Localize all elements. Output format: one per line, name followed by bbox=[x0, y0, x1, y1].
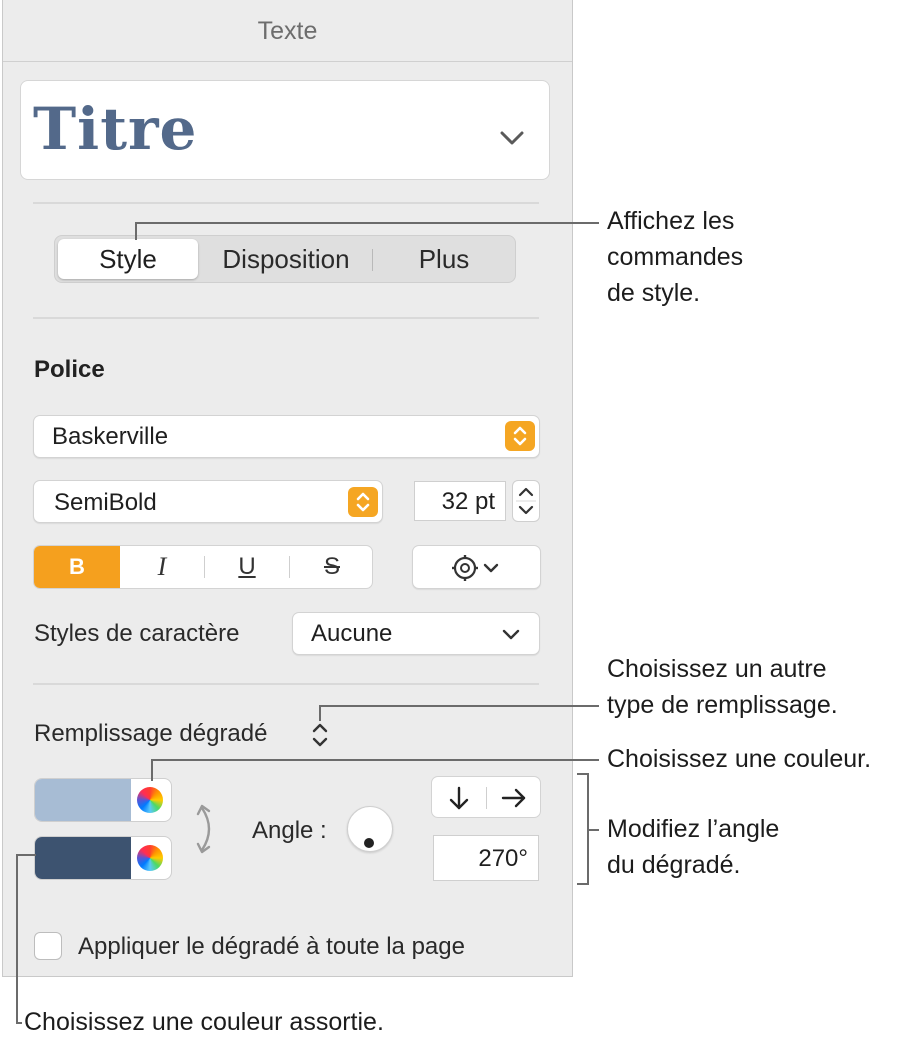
color-1-swatch bbox=[35, 779, 131, 821]
color-wheel-icon[interactable] bbox=[137, 845, 163, 871]
color-wheel-icon[interactable] bbox=[137, 787, 163, 813]
divider bbox=[33, 202, 539, 204]
text-options-button[interactable] bbox=[412, 545, 541, 589]
callout-style-tab: Affichez les commandes de style. bbox=[607, 203, 743, 311]
strikethrough-button[interactable]: S bbox=[290, 546, 372, 588]
bold-button[interactable]: B bbox=[34, 546, 120, 588]
updown-stepper-icon bbox=[505, 421, 535, 451]
fill-type-popup[interactable]: Remplissage dégradé bbox=[34, 720, 267, 752]
tab-disposition[interactable]: Disposition bbox=[201, 236, 371, 282]
apply-to-page-checkbox[interactable] bbox=[34, 932, 62, 960]
character-styles-label: Styles de caractère bbox=[34, 620, 240, 647]
callout-line bbox=[135, 222, 599, 224]
swap-colors-icon[interactable] bbox=[194, 800, 220, 858]
angle-dial-indicator bbox=[364, 838, 374, 848]
callout-line bbox=[135, 222, 137, 240]
direction-separator bbox=[486, 787, 487, 809]
callout-text: Affichez les bbox=[607, 207, 735, 235]
callout-line bbox=[151, 759, 153, 781]
underline-button[interactable]: U bbox=[205, 546, 289, 588]
callout-line bbox=[151, 759, 599, 761]
angle-dial[interactable] bbox=[347, 806, 393, 852]
italic-button[interactable]: I bbox=[120, 546, 204, 588]
font-size-stepper[interactable] bbox=[512, 480, 540, 522]
gear-icon bbox=[452, 555, 499, 581]
font-size-field[interactable]: 32 pt bbox=[414, 481, 506, 521]
angle-field[interactable]: 270° bbox=[433, 835, 539, 881]
callout-line bbox=[319, 705, 321, 721]
callout-bracket bbox=[577, 883, 589, 885]
gradient-color-2-button[interactable] bbox=[34, 836, 172, 880]
tab-plus[interactable]: Plus bbox=[373, 236, 515, 282]
color-2-swatch bbox=[35, 837, 131, 879]
chevron-down-icon bbox=[500, 131, 524, 145]
callout-text: Modifiez l’angle bbox=[607, 815, 780, 843]
callout-line bbox=[319, 705, 599, 707]
arrow-right-icon[interactable] bbox=[500, 785, 528, 811]
typeface-popup[interactable]: SemiBold bbox=[33, 480, 383, 523]
character-styles-value: Aucune bbox=[311, 620, 393, 647]
callout-text: Choisissez un autre bbox=[607, 655, 827, 683]
arrow-down-icon[interactable] bbox=[446, 785, 472, 811]
font-family-popup[interactable]: Baskerville bbox=[33, 415, 540, 458]
typeface-value: SemiBold bbox=[54, 489, 157, 516]
callout-line bbox=[16, 854, 18, 1024]
chevron-down-icon bbox=[502, 629, 520, 640]
updown-chevron-icon[interactable] bbox=[308, 719, 332, 751]
stepper-arrows-icon bbox=[516, 487, 536, 515]
character-styles-popup[interactable]: Aucune bbox=[292, 612, 540, 655]
divider bbox=[33, 683, 539, 685]
callout-fill-type: Choisissez un autre type de remplissage. bbox=[607, 651, 838, 723]
callout-text: de style. bbox=[607, 279, 701, 307]
fill-type-value: Remplissage dégradé bbox=[34, 720, 268, 747]
header-divider bbox=[3, 61, 572, 62]
callout-text: type de remplissage. bbox=[607, 691, 838, 719]
paragraph-style-name: Titre bbox=[33, 95, 198, 163]
angle-label: Angle : bbox=[252, 817, 327, 844]
callout-line bbox=[16, 1022, 22, 1024]
callout-line bbox=[16, 854, 36, 856]
divider bbox=[33, 317, 539, 319]
panel-title: Texte bbox=[257, 17, 318, 45]
callout-angle: Modifiez l’angle du dégradé. bbox=[607, 811, 779, 883]
callout-text: du dégradé. bbox=[607, 851, 741, 879]
callout-line bbox=[587, 829, 599, 831]
tab-style[interactable]: Style bbox=[58, 239, 198, 279]
font-section-label: Police bbox=[34, 356, 105, 383]
gradient-direction-buttons bbox=[431, 776, 541, 818]
updown-stepper-icon bbox=[348, 487, 378, 517]
inspector-tabs: Style Disposition Plus bbox=[54, 235, 516, 283]
apply-to-page-label: Appliquer le dégradé à toute la page bbox=[78, 933, 465, 960]
gradient-color-1-button[interactable] bbox=[34, 778, 172, 822]
callout-text: commandes bbox=[607, 243, 744, 271]
paragraph-style-selector[interactable]: Titre bbox=[20, 80, 550, 180]
text-format-buttons: B I U S bbox=[33, 545, 373, 589]
callout-color: Choisissez une couleur. bbox=[607, 745, 872, 773]
font-family-value: Baskerville bbox=[52, 423, 169, 450]
callout-matching-color: Choisissez une couleur assortie. bbox=[24, 1008, 384, 1036]
